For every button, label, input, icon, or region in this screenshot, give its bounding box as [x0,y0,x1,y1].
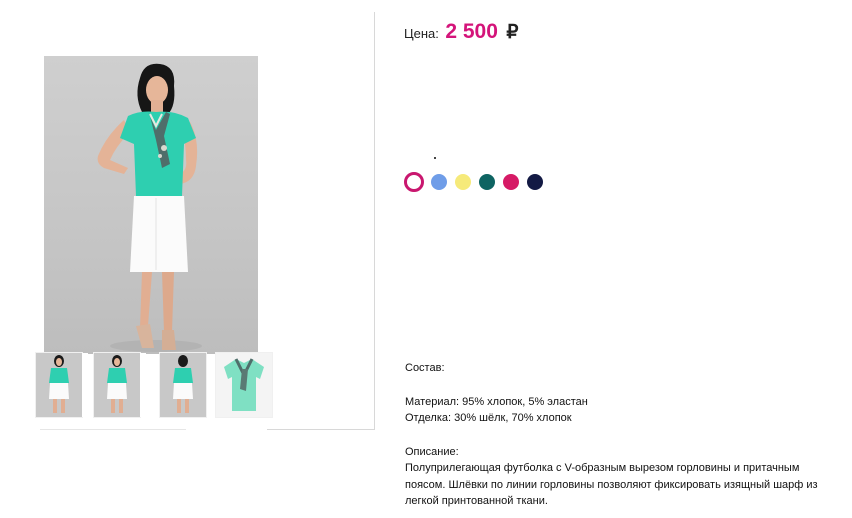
description-label: Описание: [405,445,459,458]
color-label-dot [434,157,436,159]
thumbnail-strip [32,353,274,417]
swatch-dark-teal[interactable] [479,174,495,190]
column-divider-bottom [267,429,375,430]
trim-text: Отделка: 30% шёлк, 70% хлопок [405,412,572,424]
column-divider [374,12,375,429]
product-details: Состав: Материал: 95% хлопок, 5% эластан… [405,360,825,510]
swatch-white[interactable] [404,172,424,192]
currency-symbol: ₽ [506,22,519,43]
price-value: 2 500 [445,20,498,43]
swatch-light-blue[interactable] [431,174,447,190]
material-text: Материал: 95% хлопок, 5% эластан [405,395,588,408]
thumbnail-4[interactable] [216,353,272,417]
swatch-yellow[interactable] [455,174,471,190]
main-product-photo[interactable] [44,56,258,354]
thumbnail-3[interactable] [160,353,206,417]
description-text: Полуприлегающая футболка с V-образным вы… [405,462,818,507]
swatch-navy[interactable] [527,174,543,190]
composition-label: Состав: [405,362,445,374]
gallery-divider [40,429,186,430]
price-label: Цена: [404,26,439,41]
swatch-raspberry[interactable] [503,174,519,190]
price-block: Цена: 2 500 ₽ [404,20,518,44]
thumbnail-separator [82,353,88,417]
thumbnail-separator [140,353,146,417]
thumbnail-2[interactable] [94,353,140,417]
thumbnail-1[interactable] [36,353,82,417]
